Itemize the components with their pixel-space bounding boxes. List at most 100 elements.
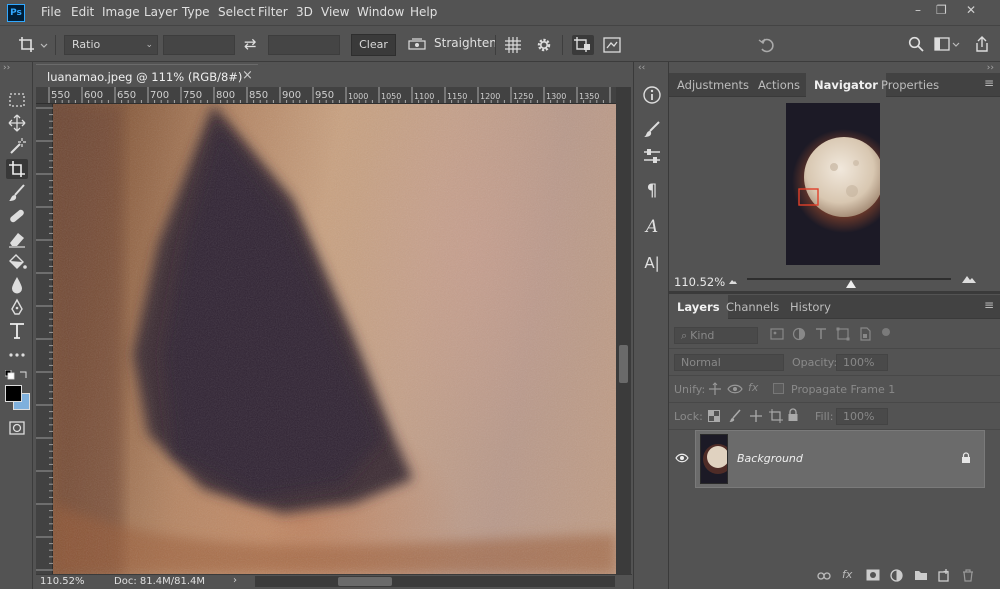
quick-mask-icon[interactable]	[6, 418, 28, 438]
layer-name[interactable]: Background	[737, 452, 803, 465]
panel-menu-icon[interactable]: ≡	[984, 76, 994, 90]
layer-style-icon[interactable]: fx	[842, 568, 852, 581]
blend-mode-dropdown[interactable]: Normal	[674, 354, 784, 371]
filter-smart-object-icon[interactable]	[858, 327, 872, 341]
brushes-icon[interactable]	[642, 120, 662, 140]
share-icon[interactable]	[974, 35, 990, 53]
menu-view[interactable]: View	[321, 5, 349, 19]
new-layer-icon[interactable]	[938, 569, 950, 582]
filter-type-icon[interactable]	[814, 327, 828, 341]
layer-row-background[interactable]: Background	[695, 430, 985, 488]
lock-pixels-icon[interactable]	[729, 409, 741, 423]
gear-icon[interactable]	[535, 36, 553, 54]
menu-filter[interactable]: Filter	[258, 5, 288, 19]
fill-input[interactable]: 100%	[836, 408, 888, 425]
menu-image[interactable]: Image	[102, 5, 140, 19]
menu-type[interactable]: Type	[182, 5, 210, 19]
layer-visibility-eye-icon[interactable]	[675, 453, 689, 463]
document-tab[interactable]: luanamao.jpeg @ 111% (RGB/8#) ×	[36, 64, 258, 87]
lock-all-icon[interactable]	[787, 408, 799, 422]
layer-lock-icon[interactable]	[961, 452, 971, 464]
collapse-dock-icon[interactable]: ››	[987, 63, 994, 73]
eraser-tool-icon[interactable]	[6, 229, 28, 249]
delete-cropped-pixels-icon[interactable]	[572, 35, 594, 55]
propagate-checkbox[interactable]	[773, 383, 784, 394]
tab-history[interactable]: History	[782, 295, 839, 319]
status-menu-arrow-icon[interactable]: ›	[233, 575, 237, 586]
pen-tool-icon[interactable]	[6, 298, 28, 318]
magic-wand-tool-icon[interactable]	[6, 136, 28, 156]
opacity-input[interactable]: 100%	[836, 354, 888, 371]
restore-button[interactable]: ❐	[936, 3, 947, 17]
new-group-icon[interactable]	[914, 570, 928, 581]
menu-select[interactable]: Select	[218, 5, 255, 19]
healing-brush-tool-icon[interactable]	[6, 206, 28, 226]
layer-kind-filter[interactable]: ⌕ Kind	[674, 327, 758, 344]
collapse-tools-icon[interactable]: ››	[3, 63, 10, 73]
zoom-in-icon[interactable]	[961, 274, 977, 284]
unify-style-icon[interactable]: fx	[748, 381, 758, 394]
menu-edit[interactable]: Edit	[71, 5, 94, 19]
unify-visibility-icon[interactable]	[727, 382, 743, 396]
filter-pixel-icon[interactable]	[770, 327, 784, 341]
ratio-width-input[interactable]	[163, 35, 235, 55]
clear-button[interactable]: Clear	[351, 34, 396, 56]
new-adjustment-layer-icon[interactable]	[890, 569, 903, 582]
straighten-label[interactable]: Straighten	[434, 36, 497, 50]
straighten-icon[interactable]	[408, 37, 426, 51]
lock-transparent-icon[interactable]	[708, 410, 720, 422]
paint-bucket-tool-icon[interactable]	[6, 252, 28, 272]
content-aware-icon[interactable]	[602, 36, 622, 54]
character-icon[interactable]: A|	[642, 254, 662, 274]
delete-layer-icon[interactable]	[962, 569, 974, 582]
link-layers-icon[interactable]	[817, 571, 831, 581]
navigator-preview[interactable]	[786, 103, 880, 265]
expand-panels-icon[interactable]: ‹‹	[638, 63, 645, 73]
brush-tool-icon[interactable]	[6, 183, 28, 203]
horizontal-scrollbar[interactable]	[255, 576, 615, 587]
navigator-zoom-value[interactable]: 110.52%	[674, 275, 725, 289]
crop-tool-icon[interactable]	[6, 159, 28, 179]
tab-properties[interactable]: Properties	[873, 73, 947, 97]
zoom-level[interactable]: 110.52%	[40, 576, 85, 587]
menu-layer[interactable]: Layer	[144, 5, 177, 19]
layers-panel-menu-icon[interactable]: ≡	[984, 298, 994, 312]
marquee-tool-icon[interactable]	[6, 90, 28, 110]
foreground-color-swatch[interactable]	[5, 385, 22, 402]
crop-tool-preset-icon[interactable]	[18, 36, 48, 54]
menu-file[interactable]: File	[41, 5, 61, 19]
swap-icon[interactable]: ⇄	[244, 35, 257, 53]
type-tool-icon[interactable]	[6, 321, 28, 341]
workspace-icon[interactable]	[934, 36, 960, 52]
unify-position-icon[interactable]	[707, 382, 723, 396]
vertical-scrollbar-thumb[interactable]	[619, 345, 628, 383]
filter-adjustment-icon[interactable]	[792, 327, 806, 341]
lock-artboard-icon[interactable]	[769, 409, 783, 423]
menu-3d[interactable]: 3D	[296, 5, 313, 19]
more-tools-icon[interactable]	[6, 345, 28, 365]
menu-window[interactable]: Window	[357, 5, 404, 19]
blur-tool-icon[interactable]	[6, 275, 28, 295]
move-tool-icon[interactable]	[6, 113, 28, 133]
info-icon[interactable]	[642, 85, 662, 105]
zoom-slider-handle[interactable]	[846, 280, 856, 288]
reset-icon[interactable]	[758, 36, 776, 54]
grid-overlay-icon[interactable]	[504, 36, 522, 54]
glyphs-icon[interactable]: A	[642, 217, 662, 237]
close-window-button[interactable]: ✕	[966, 3, 976, 17]
filter-shape-icon[interactable]	[836, 327, 850, 341]
close-tab-icon[interactable]: ×	[242, 68, 253, 83]
lock-position-icon[interactable]	[749, 409, 763, 423]
add-mask-icon[interactable]	[866, 569, 880, 581]
tab-channels[interactable]: Channels	[718, 295, 787, 319]
filter-toggle-icon[interactable]	[882, 328, 890, 336]
menu-help[interactable]: Help	[410, 5, 437, 19]
vertical-scrollbar[interactable]	[616, 87, 631, 574]
ratio-height-input[interactable]	[268, 35, 340, 55]
tab-adjustments[interactable]: Adjustments	[669, 73, 757, 97]
ratio-dropdown[interactable]: Ratio ⌄	[64, 35, 158, 55]
search-icon[interactable]	[908, 36, 924, 52]
minimize-button[interactable]: –	[915, 3, 921, 17]
swap-colors-icon[interactable]	[19, 369, 29, 379]
horizontal-scrollbar-thumb[interactable]	[338, 577, 392, 586]
